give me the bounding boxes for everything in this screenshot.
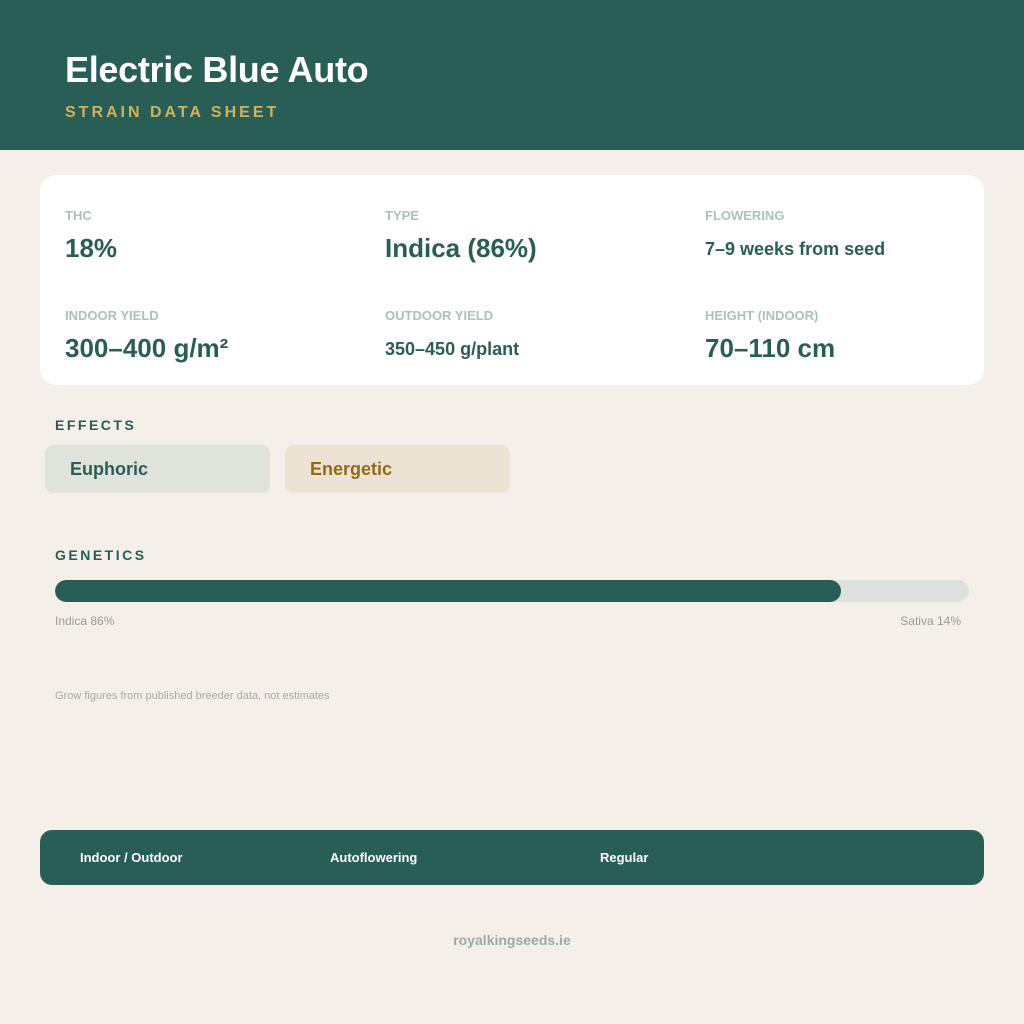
- stat-indoor-yield: INDOOR YIELD 300–400 g/m²: [65, 308, 365, 364]
- stat-value: 300–400 g/m²: [65, 333, 229, 363]
- effect-chip-euphoric: Euphoric: [45, 445, 270, 493]
- effect-chip-energetic: Energetic: [285, 445, 510, 493]
- attribute-seed-type: Regular: [600, 850, 649, 865]
- indica-percent-label: Indica 86%: [55, 614, 115, 628]
- stat-value: Indica (86%): [385, 233, 537, 263]
- sativa-percent-label: Sativa 14%: [900, 614, 961, 628]
- page-subtitle: STRAIN DATA SHEET: [65, 104, 280, 121]
- genetics-heading: GENETICS: [55, 547, 147, 563]
- data-source-note: Grow figures from published breeder data…: [55, 690, 330, 702]
- stat-label: TYPE: [385, 208, 419, 223]
- stat-thc: THC 18%: [65, 208, 365, 264]
- website-link[interactable]: royalkingseeds.ie: [0, 930, 1024, 950]
- genetics-indica-fill: [55, 580, 842, 602]
- stat-flowering: FLOWERING 7–9 weeks from seed: [705, 208, 1005, 261]
- footer-attributes-bar: Indoor / Outdoor Autoflowering Regular: [40, 830, 984, 885]
- stat-outdoor-yield: OUTDOOR YIELD 350–450 g/plant: [385, 308, 685, 361]
- attribute-flowering-type: Autoflowering: [330, 850, 418, 865]
- header-banner: Electric Blue Auto STRAIN DATA SHEET: [0, 0, 1024, 150]
- stats-card: THC 18% TYPE Indica (86%) FLOWERING 7–9 …: [40, 175, 984, 385]
- attribute-environment: Indoor / Outdoor: [80, 850, 183, 865]
- stat-type: TYPE Indica (86%): [385, 208, 685, 264]
- stat-value: 70–110 cm: [705, 333, 836, 363]
- page-title: Electric Blue Auto: [65, 49, 369, 90]
- genetics-bar: [55, 580, 969, 602]
- stat-label: INDOOR YIELD: [65, 308, 159, 323]
- stat-value: 18%: [65, 233, 118, 263]
- stat-value: 350–450 g/plant: [385, 339, 520, 359]
- stat-label: OUTDOOR YIELD: [385, 308, 494, 323]
- stat-value: 7–9 weeks from seed: [705, 239, 886, 259]
- stat-height-indoor: HEIGHT (INDOOR) 70–110 cm: [705, 308, 1005, 364]
- stat-label: FLOWERING: [705, 208, 785, 223]
- stat-label: THC: [65, 208, 92, 223]
- effects-heading: EFFECTS: [55, 417, 137, 433]
- stat-label: HEIGHT (INDOOR): [705, 308, 819, 323]
